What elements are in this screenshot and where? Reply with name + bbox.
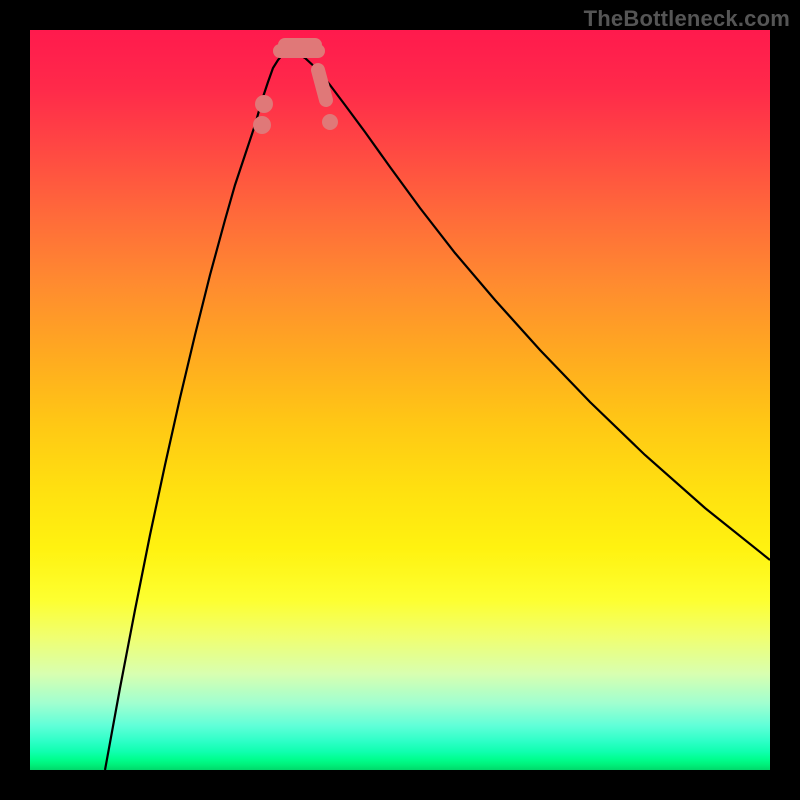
chart-overlay-svg — [30, 30, 770, 770]
curve-right-branch — [288, 50, 770, 560]
marker-dot-0 — [253, 116, 271, 134]
watermark-text: TheBottleneck.com — [584, 6, 790, 32]
marker-segment-2 — [318, 70, 326, 100]
marker-dot-2 — [322, 114, 338, 130]
marker-dot-1 — [255, 95, 273, 113]
curve-left-branch — [105, 50, 288, 770]
plot-area — [30, 30, 770, 770]
curve-group — [105, 50, 770, 770]
chart-frame: TheBottleneck.com — [0, 0, 800, 800]
